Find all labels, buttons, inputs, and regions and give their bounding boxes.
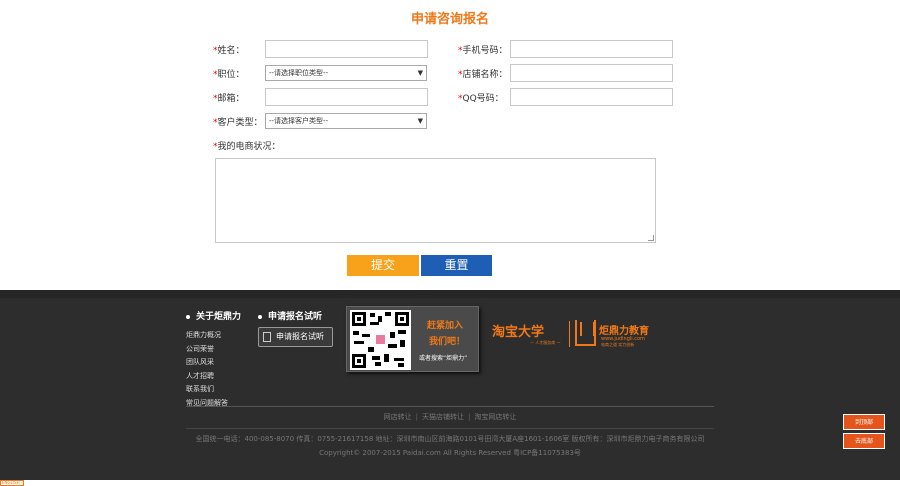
taobao-university-logo: 淘宝大学 (492, 325, 545, 340)
friend-link[interactable]: 淘宝网店转让 (474, 413, 516, 421)
taobao-subtitle: — 人才服务商 — (530, 340, 561, 345)
phone-label: *手机号码： (458, 46, 508, 56)
judingli-logo-icon (575, 320, 596, 346)
reset-button[interactable]: 重置 (421, 255, 492, 276)
qr-join-text: 赶紧加入 (427, 321, 464, 331)
page-bottom (0, 480, 900, 486)
chevron-down-icon: ▼ (417, 69, 423, 77)
footer-link[interactable]: 联系我们 (186, 383, 228, 397)
copyright: Copyright© 2007-2015 Paidai.com All Righ… (319, 449, 581, 457)
qq-input[interactable] (510, 88, 673, 106)
name-label: *姓名： (213, 46, 245, 56)
document-icon (263, 331, 271, 342)
customer-type-select[interactable]: --请选择客户类型-- ▼ (265, 113, 427, 129)
wechat-qr-panel: 赶紧加入 我们吧！ 或者搜索“炬鼎力” (346, 306, 479, 372)
submit-button[interactable]: 提交 (347, 255, 419, 276)
application-form: 申请咨询报名 *姓名： *手机号码： *职位： --请选择职位类型-- ▼ *店铺… (0, 0, 900, 290)
back-to-top-button[interactable]: 到顶部 (843, 414, 885, 430)
customer-type-label: *客户类型： (213, 118, 263, 128)
go-to-bottom-button[interactable]: 去底部 (843, 433, 885, 449)
qr-join-text-2: 我们吧！ (429, 337, 466, 347)
name-input[interactable] (265, 40, 428, 58)
email-label: *邮箱： (213, 94, 245, 104)
footer-link[interactable]: 公司荣誉 (186, 343, 228, 357)
brand-divider (569, 321, 570, 347)
resize-grip-icon[interactable] (648, 235, 654, 241)
friend-link[interactable]: 网店转让 (384, 413, 412, 421)
footer-link[interactable]: 常见问题解答 (186, 397, 228, 411)
contact-info: 全国统一电话：400-085-8070 传真：0755-21617158 地址：… (195, 435, 705, 443)
qr-code (350, 310, 411, 370)
about-heading: 关于炬鼎力 (186, 309, 241, 322)
footer-link[interactable]: 人才招聘 (186, 370, 228, 384)
shop-name-input[interactable] (510, 64, 673, 82)
ecommerce-status-label: *我的电商状况： (213, 142, 281, 152)
footer-divider (0, 290, 900, 298)
qr-logo-icon (375, 334, 386, 345)
bullet-icon (258, 314, 262, 319)
footer-separator (186, 406, 714, 407)
language-tag[interactable]: ENGLISH (0, 480, 24, 486)
friend-links: 网店转让 | 天猫店铺转让 | 淘宝网店转让 (383, 413, 517, 421)
phone-input[interactable] (510, 40, 673, 58)
ecommerce-status-textarea[interactable] (215, 158, 656, 243)
footer-link[interactable]: 炬鼎力概况 (186, 329, 228, 343)
position-select[interactable]: --请选择职位类型-- ▼ (265, 65, 427, 81)
apply-trial-button[interactable]: 申请报名试听 (258, 327, 333, 347)
bullet-icon (186, 314, 190, 319)
footer-separator-2 (186, 428, 714, 429)
form-title: 申请咨询报名 (410, 12, 489, 27)
friend-link[interactable]: 天猫店铺转让 (422, 413, 464, 421)
footer-link[interactable]: 团队风采 (186, 356, 228, 370)
qr-search-hint: 或者搜索“炬鼎力” (419, 355, 468, 362)
judingli-brand: 炬鼎力教育 (599, 326, 649, 337)
qq-label: *QQ号码： (458, 94, 504, 104)
chevron-down-icon: ▼ (417, 117, 423, 125)
judingli-slogan: 电商之道 实力创新 (601, 342, 635, 347)
apply-heading: 申请报名试听 (258, 309, 322, 322)
position-label: *职位： (213, 70, 245, 80)
shop-name-label: *店铺名称： (458, 70, 508, 80)
site-footer: 关于炬鼎力 申请报名试听 炬鼎力概况 公司荣誉 团队风采 人才招聘 联系我们 常… (0, 290, 900, 480)
email-input[interactable] (265, 88, 428, 106)
about-links: 炬鼎力概况 公司荣誉 团队风采 人才招聘 联系我们 常见问题解答 (186, 329, 228, 411)
